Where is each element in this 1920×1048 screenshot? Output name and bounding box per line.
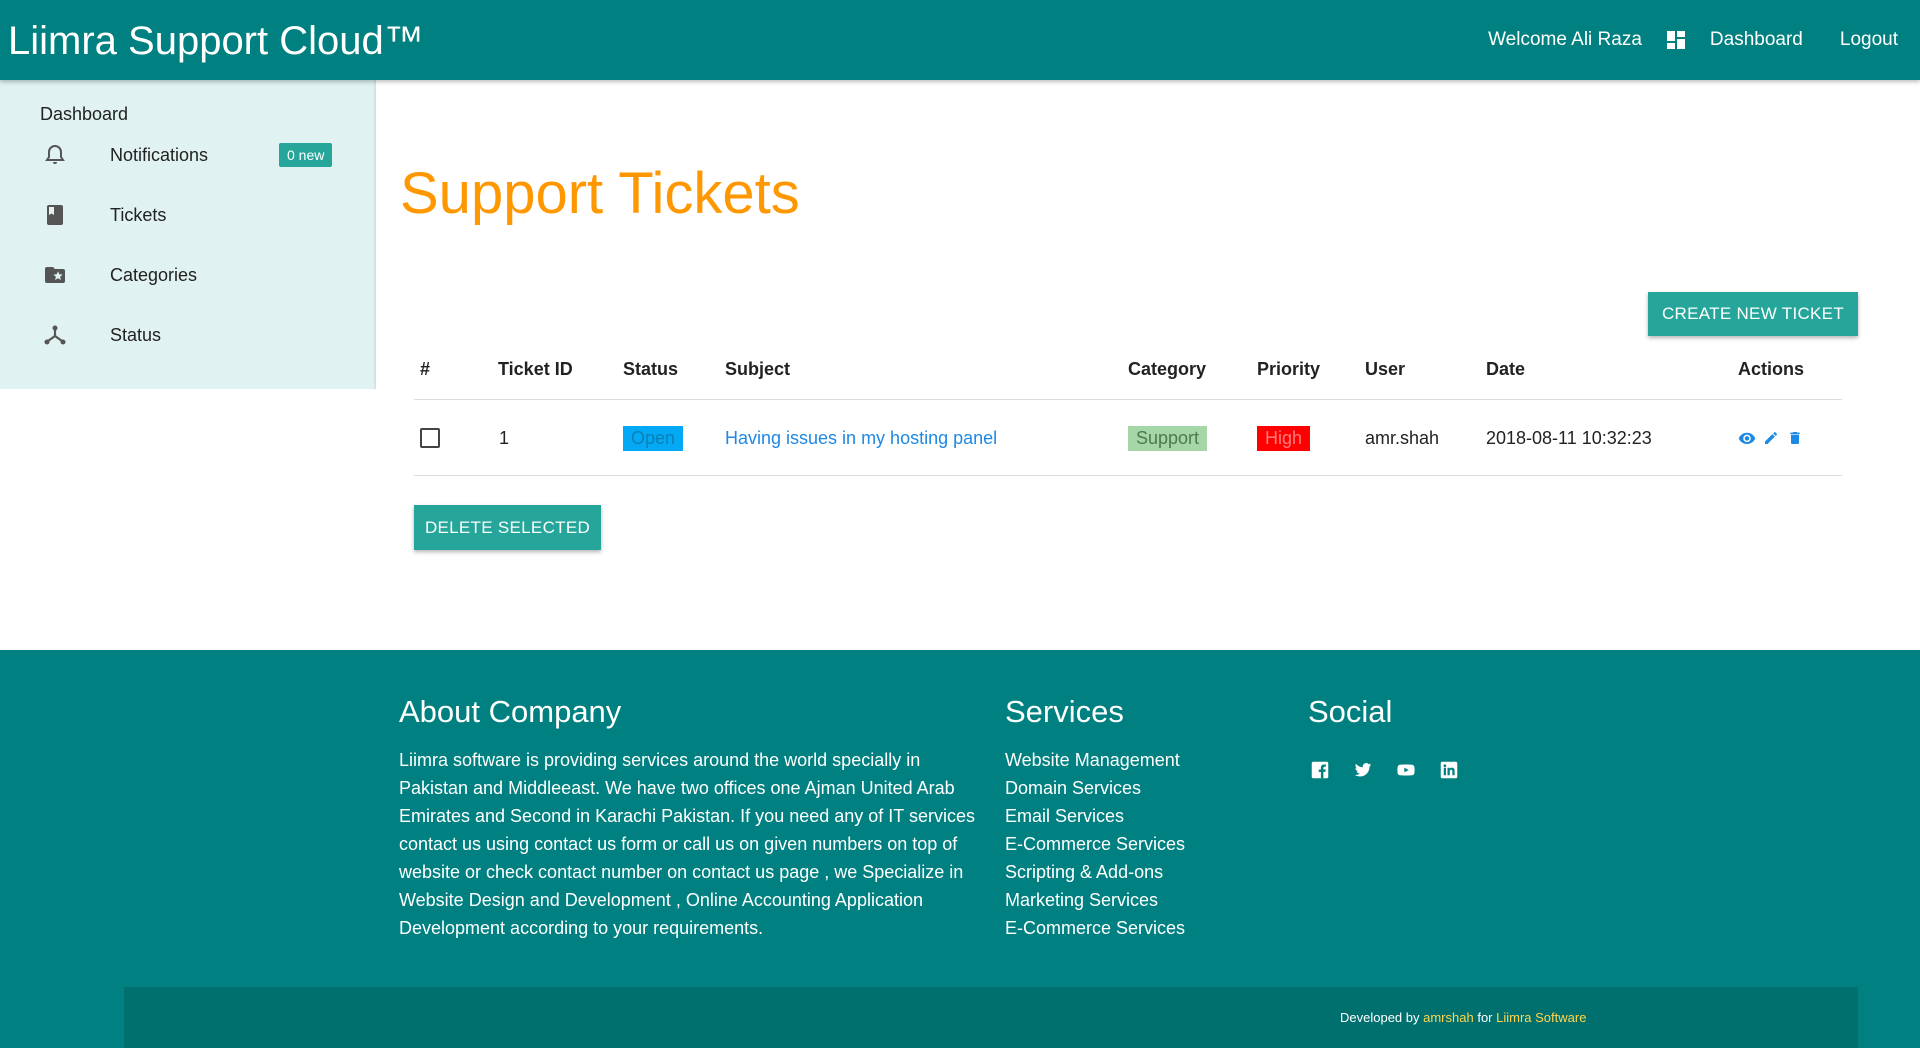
priority-cell: High <box>1257 401 1311 475</box>
delete-selected-button[interactable]: DELETE SELECTED <box>414 505 601 550</box>
table-row: 1 Open Having issues in my hosting panel… <box>414 401 1842 476</box>
footer: About Company Liimra software is providi… <box>0 650 1920 1048</box>
sidebar-heading[interactable]: Dashboard <box>40 104 128 125</box>
welcome-text: Welcome Ali Raza <box>1488 29 1642 50</box>
service-link[interactable]: Domain Services <box>1005 774 1185 802</box>
priority-badge: High <box>1257 425 1311 451</box>
user-cell: amr.shah <box>1365 427 1440 448</box>
service-link[interactable]: E-Commerce Services <box>1005 914 1185 942</box>
create-ticket-button[interactable]: CREATE NEW TICKET <box>1648 292 1858 336</box>
footer-bottom-bar <box>124 987 1858 1048</box>
ticket-subject-link[interactable]: Having issues in my hosting panel <box>725 428 997 449</box>
hub-icon <box>42 322 68 348</box>
brand-title[interactable]: Liimra Support Cloud™ <box>8 18 424 64</box>
nav-right: Welcome Ali Raza Dashboard Logout <box>1488 0 1898 80</box>
top-navbar: Liimra Support Cloud™ Welcome Ali Raza D… <box>0 0 1920 80</box>
facebook-icon[interactable] <box>1310 760 1330 780</box>
date-cell: 2018-08-11 10:32:23 <box>1486 427 1652 448</box>
service-link[interactable]: Email Services <box>1005 802 1185 830</box>
col-header-subject: Subject <box>725 359 791 379</box>
row-checkbox[interactable] <box>420 428 440 448</box>
sidebar-item-tickets[interactable]: Tickets <box>0 185 374 245</box>
service-link[interactable]: Marketing Services <box>1005 886 1185 914</box>
service-link[interactable]: Scripting & Add-ons <box>1005 858 1185 886</box>
book-icon <box>42 202 68 228</box>
service-link[interactable]: Website Management <box>1005 746 1185 774</box>
sidebar-item-label: Tickets <box>110 204 167 225</box>
edit-icon[interactable] <box>1762 429 1780 447</box>
social-icons <box>1310 760 1459 780</box>
status-badge: Open <box>623 425 684 451</box>
social-title: Social <box>1308 694 1393 729</box>
notification-badge: 0 new <box>279 143 333 167</box>
footer-credit: Developed by amrshah for Liimra Software <box>1340 1010 1586 1025</box>
delete-icon[interactable] <box>1786 429 1804 447</box>
col-header-priority: Priority <box>1257 359 1321 379</box>
nav-dashboard-link[interactable]: Dashboard <box>1664 28 1803 52</box>
ticket-id-cell: 1 <box>499 427 510 448</box>
col-header-status: Status <box>623 359 679 379</box>
services-title: Services <box>1005 694 1124 729</box>
about-text: Liimra software is providing services ar… <box>399 750 975 938</box>
sidebar-item-label: Notifications <box>110 144 209 165</box>
sidebar: Dashboard Notifications 0 new Tickets Ca… <box>0 80 376 389</box>
credit-author-link[interactable]: amrshah <box>1423 1010 1474 1025</box>
row-select-cell <box>420 401 440 475</box>
folder-star-icon <box>42 262 68 288</box>
status-cell: Open <box>623 401 684 475</box>
credit-mid: for <box>1477 1010 1493 1025</box>
actions-cell <box>1738 401 1804 475</box>
view-icon[interactable] <box>1738 429 1756 447</box>
dashboard-grid-icon <box>1666 31 1685 49</box>
about-title: About Company <box>399 694 622 729</box>
services-list: Website Management Domain Services Email… <box>1005 746 1185 942</box>
sidebar-item-label: Status <box>110 324 162 345</box>
twitter-icon[interactable] <box>1353 760 1373 780</box>
nav-dashboard-label: Dashboard <box>1709 29 1803 50</box>
bell-icon <box>42 142 68 168</box>
page-title: Support Tickets <box>400 161 800 226</box>
sidebar-item-status[interactable]: Status <box>0 305 374 365</box>
linkedin-icon[interactable] <box>1439 760 1459 780</box>
sidebar-item-notifications[interactable]: Notifications 0 new <box>0 125 374 185</box>
logout-link[interactable]: Logout <box>1840 29 1898 51</box>
credit-company-link[interactable]: Liimra Software <box>1496 1010 1586 1025</box>
sidebar-item-categories[interactable]: Categories <box>0 245 374 305</box>
category-cell: Support <box>1128 401 1208 475</box>
sidebar-item-label: Categories <box>110 264 198 285</box>
col-header-category: Category <box>1128 359 1207 379</box>
col-header-ticket-id: Ticket ID <box>498 359 573 379</box>
col-header-user: User <box>1365 359 1406 379</box>
col-header-number: # <box>420 359 431 379</box>
category-badge: Support <box>1128 425 1208 451</box>
subject-cell: Having issues in my hosting panel <box>725 401 997 475</box>
col-header-actions: Actions <box>1738 359 1805 379</box>
youtube-icon[interactable] <box>1396 760 1416 780</box>
credit-prefix: Developed by <box>1340 1010 1420 1025</box>
service-link[interactable]: E-Commerce Services <box>1005 830 1185 858</box>
col-header-date: Date <box>1486 359 1526 379</box>
table-header: # Ticket ID Status Subject Category Prio… <box>414 340 1842 400</box>
